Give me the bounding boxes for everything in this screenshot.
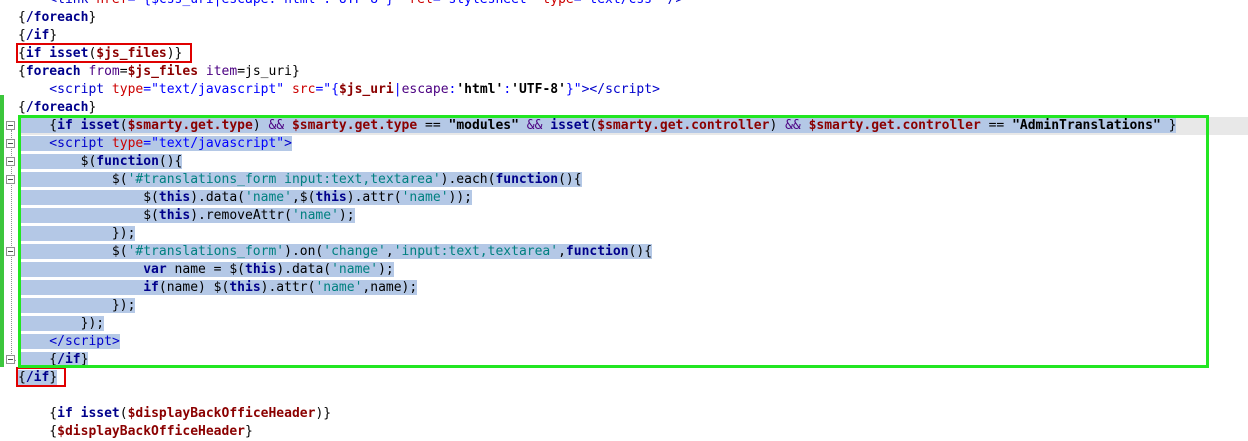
code-token: /foreach [25,10,89,25]
code-token: < [18,82,58,97]
code-token: $displayBackOfficeHeader [127,406,316,421]
code-token: { [18,424,58,439]
code-token: ="{$css_uri|escape:'html':'UTF-8'}" [128,0,402,7]
code-token: ="stylesheet" [433,0,535,7]
code-token: href [88,0,127,7]
code-token: escape [401,82,449,97]
changed-lines-marker [0,95,4,367]
code-token: type [104,82,144,97]
code-token: } [49,28,58,43]
code-token: type [535,0,573,7]
code-token: < [18,0,57,7]
code-token: = [119,64,128,79]
code-token: script [605,82,653,97]
code-token: src [284,82,316,97]
code-token: { [18,406,58,421]
code-token: item [205,64,238,79]
code-token: /foreach [25,100,89,115]
fold-toggle-icon[interactable] [6,175,15,184]
fold-toggle-icon[interactable] [6,355,15,364]
code-token: ></ [581,82,606,97]
code-token: ="{ [315,82,339,97]
code-token: { [18,28,26,43]
code-token: rel [402,0,433,7]
highlight-box-closing-if [16,367,66,387]
fold-toggle-icon[interactable] [6,121,15,130]
code-token: }" [565,82,582,97]
code-token: /if [25,28,50,43]
code-token: ( [119,406,128,421]
fold-toggle-icon[interactable] [6,247,15,256]
code-token: ="text/css" [574,0,660,7]
code-editor[interactable]: <link href="{$css_uri|escape:'html':'UTF… [0,0,1248,439]
code-line[interactable]: <link href="{$css_uri|escape:'html':'UTF… [18,0,683,9]
code-token: link [57,0,88,7]
code-token: | [393,82,402,97]
highlight-box-if-js-files [16,43,192,63]
code-token: ="text/javascript" [143,82,285,97]
code-token: } [244,424,253,439]
code-token: )} [315,406,332,421]
code-line[interactable]: {foreach from=$js_files item=js_uri} [18,63,300,81]
highlight-box-inserted-block [18,115,1209,368]
code-token: { [18,100,26,115]
code-line[interactable]: {/foreach} [18,9,96,27]
code-line[interactable]: <script type="text/javascript" src="{$js… [18,81,660,99]
code-line[interactable]: {if isset($displayBackOfficeHeader)} [18,405,331,423]
code-token: } [88,100,97,115]
code-token: $js_files [127,64,199,79]
code-token: 'UTF-8' [511,82,566,97]
fold-toggle-icon[interactable] [6,157,15,166]
code-token: } [88,10,97,25]
code-token: $js_uri [338,82,394,97]
code-token: { [18,10,26,25]
code-token: $displayBackOfficeHeader [57,424,245,439]
code-line[interactable]: {$displayBackOfficeHeader} [18,423,253,441]
code-token: > [652,82,660,97]
code-token: /> [660,0,684,7]
code-token: script [57,82,105,97]
code-token: foreach [25,64,81,79]
code-token: : [503,82,512,97]
code-token: =js_uri} [237,64,300,79]
code-token: { [18,64,26,79]
code-token: if isset [57,406,120,421]
code-token: from [88,64,120,79]
code-token: 'html' [456,82,504,97]
fold-toggle-icon[interactable] [6,139,15,148]
